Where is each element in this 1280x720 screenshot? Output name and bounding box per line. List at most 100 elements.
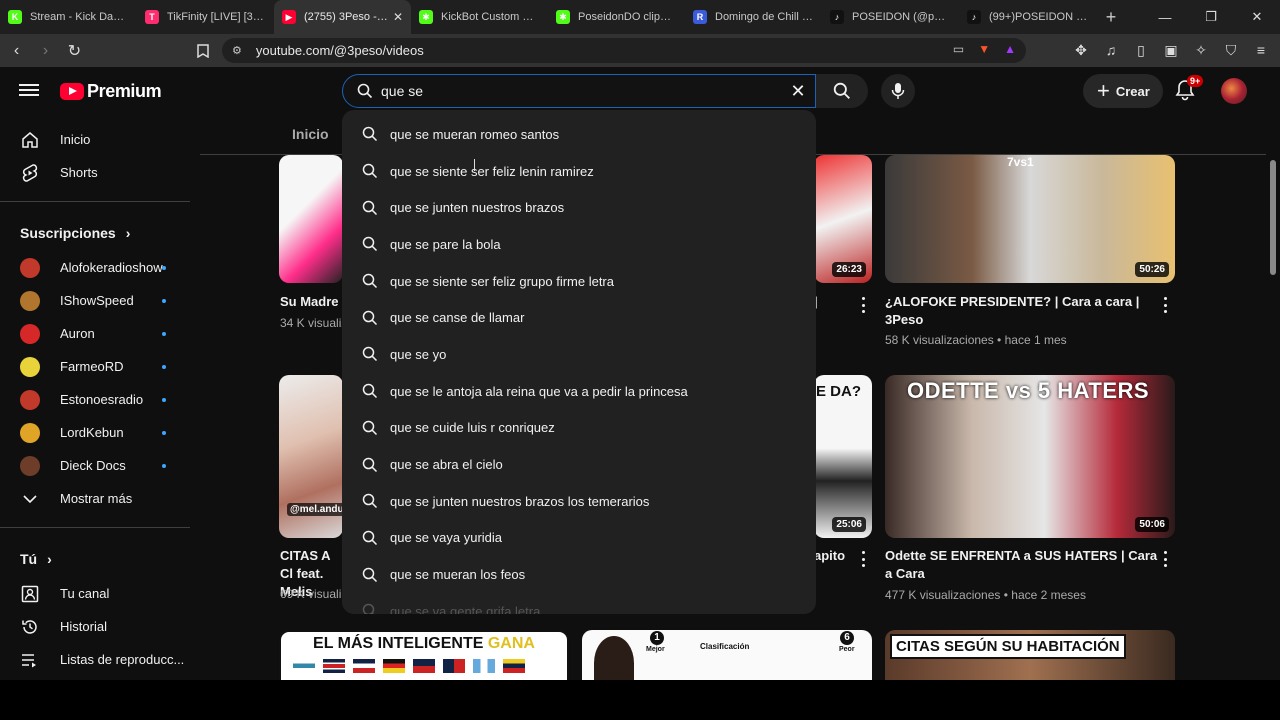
sidebar-item-subscription[interactable]: Dieck Docs bbox=[0, 449, 200, 482]
search-suggestion[interactable]: que se canse de llamar bbox=[342, 299, 816, 336]
history-icon bbox=[20, 617, 40, 637]
url-omnibox[interactable]: ⚙ youtube.com/@3peso/videos ▭ ▼ ▲ bbox=[222, 38, 1026, 63]
video-thumbnail[interactable]: CITAS SEGÚN SU HABITACIÓN bbox=[885, 630, 1175, 680]
video-options-icon[interactable] bbox=[860, 297, 866, 313]
search-suggestion[interactable]: que se mueran los feos bbox=[342, 556, 816, 593]
video-title[interactable]: Odette SE ENFRENTA a SUS HATERS | Cara a… bbox=[885, 547, 1160, 583]
wallet-icon[interactable]: ▣ bbox=[1162, 40, 1180, 60]
suggestion-text: que se siente ser feliz grupo firme letr… bbox=[390, 273, 614, 289]
browser-tab[interactable]: ▶ (2755) 3Peso - YouTube ✕ bbox=[274, 0, 411, 34]
browser-tab[interactable]: T TikFinity [LIVE] [3 Viewers] bbox=[137, 0, 274, 34]
search-button[interactable] bbox=[816, 74, 868, 108]
video-title[interactable]: apito bbox=[814, 547, 845, 565]
search-suggestion[interactable]: que se va gente grifa letra bbox=[342, 593, 816, 614]
sidebar-item-subscription[interactable]: Estonoesradio bbox=[0, 383, 200, 416]
video-thumbnail[interactable]: 26:23 bbox=[814, 155, 872, 283]
search-input[interactable]: que se ✕ bbox=[342, 74, 816, 108]
reload-icon[interactable]: ↻ bbox=[62, 38, 87, 63]
leo-ai-icon[interactable]: ✧ bbox=[1192, 40, 1210, 60]
youtube-premium-logo[interactable]: Premium bbox=[60, 81, 162, 102]
sidebar-item-subscription[interactable]: IShowSpeed bbox=[0, 284, 200, 317]
vpn-icon[interactable]: ⛉ bbox=[1222, 40, 1240, 60]
page-scrollbar[interactable] bbox=[1266, 67, 1280, 680]
search-suggestion[interactable]: que se junten nuestros brazos los temera… bbox=[342, 483, 816, 520]
browser-tab[interactable]: R Domingo de Chill Remix bbox=[685, 0, 822, 34]
suggestion-text: que se abra el cielo bbox=[390, 457, 503, 473]
subscriptions-list: Alofokeradioshow IShowSpeed Auron FarmeoRD E… bbox=[0, 251, 200, 482]
tab-inicio[interactable]: Inicio bbox=[292, 126, 329, 142]
you-header[interactable]: Tú › bbox=[0, 540, 200, 577]
cast-icon[interactable]: ▭ bbox=[953, 42, 964, 56]
voice-search-button[interactable] bbox=[881, 74, 915, 108]
music-icon[interactable]: ♫ bbox=[1102, 40, 1120, 60]
tab-strip: K Stream - Kick Dashboard T TikFinity [LIVE… bbox=[0, 0, 1096, 34]
subscriptions-header[interactable]: Suscripciones › bbox=[0, 214, 200, 251]
video-title[interactable]: ¿ALOFOKE PRESIDENTE? | Cara a cara | 3Pe… bbox=[885, 293, 1150, 329]
scrollbar-thumb[interactable] bbox=[1270, 160, 1276, 275]
channel-avatar bbox=[20, 257, 40, 278]
brave-shield-icon[interactable]: ▼ bbox=[978, 42, 990, 56]
sidebar-item-subscription[interactable]: Alofokeradioshow bbox=[0, 251, 200, 284]
sidebar-item-historial[interactable]: Historial bbox=[0, 610, 200, 643]
show-more-button[interactable]: Mostrar más bbox=[0, 482, 200, 515]
sidebar-item-subscription[interactable]: FarmeoRD bbox=[0, 350, 200, 383]
channel-name: LordKebun bbox=[60, 425, 124, 440]
browser-tab[interactable]: ✱ PoseidonDO clipped bbox=[548, 0, 685, 34]
browser-menu-icon[interactable]: ≡ bbox=[1252, 40, 1270, 60]
account-avatar[interactable] bbox=[1221, 78, 1247, 104]
user-box-icon bbox=[20, 584, 40, 604]
close-window-icon[interactable]: ✕ bbox=[1234, 0, 1280, 34]
video-thumbnail[interactable]: E DA? 25:06 bbox=[814, 375, 872, 538]
search-suggestion[interactable]: que se mueran romeo santos bbox=[342, 116, 816, 153]
new-tab-button[interactable]: + bbox=[1096, 7, 1126, 28]
video-options-icon[interactable] bbox=[1162, 297, 1168, 313]
sidebar-item-subscription[interactable]: Auron bbox=[0, 317, 200, 350]
video-options-icon[interactable] bbox=[860, 551, 866, 567]
sidebar-item-tu-canal[interactable]: Tu canal bbox=[0, 577, 200, 610]
search-suggestion[interactable]: que se abra el cielo bbox=[342, 446, 816, 483]
search-suggestion[interactable]: que se cuide luis r conriquez bbox=[342, 410, 816, 447]
video-thumbnail[interactable] bbox=[279, 155, 343, 283]
search-icon bbox=[362, 127, 378, 142]
video-thumbnail[interactable]: EL MÁS INTELIGENTE GANA bbox=[279, 630, 569, 680]
bookmark-icon[interactable] bbox=[190, 38, 215, 63]
browser-tab[interactable]: K Stream - Kick Dashboard bbox=[0, 0, 137, 34]
video-thumbnail[interactable]: @mel.andu bbox=[279, 375, 343, 538]
sidebar-item-subscription[interactable]: LordKebun bbox=[0, 416, 200, 449]
video-thumbnail[interactable]: 1 Mejor Clasificación 6 Peor bbox=[582, 630, 872, 680]
sidebar-item-listas[interactable]: Listas de reproducc... bbox=[0, 643, 200, 676]
video-title[interactable]: Su Madre l bbox=[280, 293, 346, 311]
search-suggestion[interactable]: que se siente ser feliz lenin ramirez bbox=[342, 153, 816, 190]
hamburger-menu-icon[interactable] bbox=[19, 81, 39, 101]
browser-tab[interactable]: ✱ KickBot Custom Commands bbox=[411, 0, 548, 34]
search-suggestion[interactable]: que se vaya yuridia bbox=[342, 520, 816, 557]
forward-icon[interactable]: › bbox=[33, 38, 58, 63]
site-settings-icon[interactable]: ⚙ bbox=[232, 44, 242, 57]
suggestion-text: que se mueran romeo santos bbox=[390, 126, 560, 142]
video-thumbnail[interactable]: ODETTE vs 5 HATERS 50:06 bbox=[885, 375, 1175, 538]
channel-name: Estonoesradio bbox=[60, 392, 144, 407]
video-options-icon[interactable] bbox=[1162, 551, 1168, 567]
search-suggestion[interactable]: que se siente ser feliz grupo firme letr… bbox=[342, 263, 816, 300]
video-thumbnail[interactable]: 7vs1 50:26 bbox=[885, 155, 1175, 283]
browser-tab[interactable]: ♪ POSEIDON (@poseidon) bbox=[822, 0, 959, 34]
notifications-button[interactable]: 9+ bbox=[1175, 75, 1204, 103]
back-icon[interactable]: ‹ bbox=[4, 38, 29, 63]
sidebar-item-shorts[interactable]: Shorts bbox=[0, 156, 200, 189]
create-button[interactable]: + Crear bbox=[1083, 74, 1163, 108]
browser-tab[interactable]: ♪ (99+)POSEIDON (@poseidon) bbox=[959, 0, 1096, 34]
search-suggestion[interactable]: que se pare la bola bbox=[342, 226, 816, 263]
clear-search-icon[interactable]: ✕ bbox=[787, 80, 809, 102]
brave-rewards-icon[interactable]: ▲ bbox=[1004, 42, 1016, 56]
close-tab-icon[interactable]: ✕ bbox=[393, 10, 403, 24]
minimize-icon[interactable]: — bbox=[1142, 0, 1188, 34]
extensions-icon[interactable]: ✥ bbox=[1072, 40, 1090, 60]
maximize-icon[interactable]: ❐ bbox=[1188, 0, 1234, 34]
channel-name: IShowSpeed bbox=[60, 293, 134, 308]
sidebar-toggle-icon[interactable]: ▯ bbox=[1132, 40, 1150, 60]
search-suggestion[interactable]: que se yo bbox=[342, 336, 816, 373]
sidebar-item-inicio[interactable]: Inicio bbox=[0, 123, 200, 156]
search-suggestion[interactable]: que se le antoja ala reina que va a pedi… bbox=[342, 373, 816, 410]
search-suggestion[interactable]: que se junten nuestros brazos bbox=[342, 189, 816, 226]
video-duration: 25:06 bbox=[832, 517, 866, 532]
